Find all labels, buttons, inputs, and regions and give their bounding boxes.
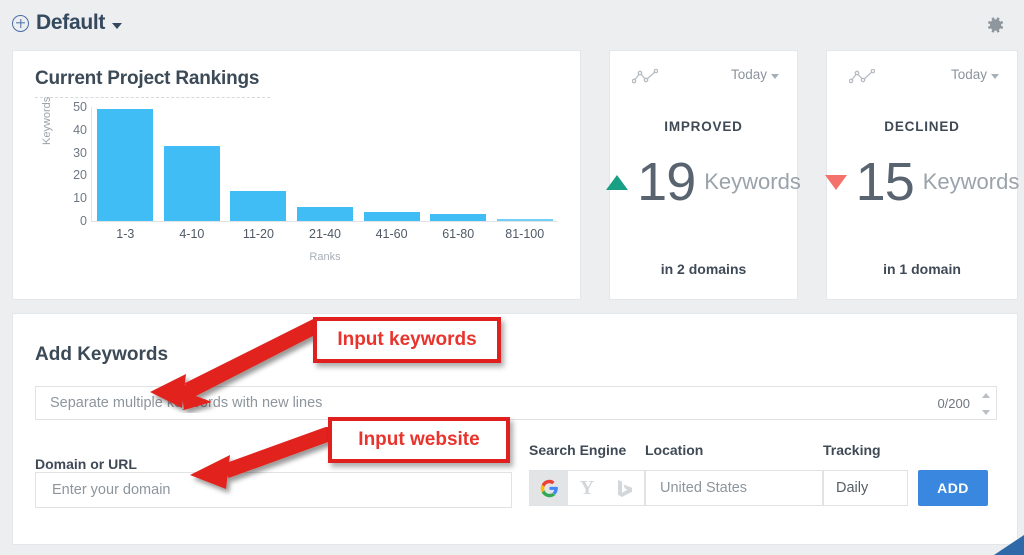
y-axis-label: Keywords bbox=[41, 96, 53, 145]
keywords-input[interactable]: Separate multiple keywords with new line… bbox=[35, 386, 997, 420]
y-tick-label: 10 bbox=[73, 191, 87, 206]
yahoo-icon[interactable]: Y bbox=[568, 471, 606, 505]
y-axis-ticks: 50 40 30 20 10 0 bbox=[61, 100, 87, 228]
declined-stat-card: Today DECLINED 15 Keywords in 1 domain bbox=[824, 50, 1020, 300]
x-axis-label: Ranks bbox=[309, 251, 341, 263]
add-keywords-title: Add Keywords bbox=[35, 344, 169, 365]
declined-count: 15 bbox=[855, 152, 915, 212]
x-tick-label: 11-20 bbox=[242, 227, 274, 241]
line-chart-icon bbox=[631, 68, 659, 85]
domain-placeholder: Enter your domain bbox=[52, 482, 171, 498]
project-name-label: Default bbox=[36, 11, 106, 34]
annotation-text: Input keywords bbox=[337, 329, 477, 350]
annotation-input-website: Input website bbox=[328, 417, 510, 463]
triangle-up-icon bbox=[606, 174, 629, 190]
bar-slot bbox=[425, 107, 492, 221]
search-engine-selector[interactable]: Y bbox=[529, 470, 645, 506]
y-tick-label: 30 bbox=[73, 145, 87, 160]
tracking-label: Tracking bbox=[823, 442, 881, 458]
domain-label: Domain or URL bbox=[35, 456, 137, 472]
improved-value-row: 19 Keywords bbox=[606, 152, 801, 212]
app-page: Default Current Project Rankings Keyword… bbox=[0, 0, 1024, 555]
period-selector-improved[interactable]: Today bbox=[731, 67, 779, 82]
resize-handle-icon[interactable] bbox=[981, 393, 991, 415]
tracking-select[interactable]: Daily bbox=[823, 470, 908, 506]
x-axis-ticks: 1-3 4-10 11-20 21-40 41-60 61-80 81-100 bbox=[92, 227, 558, 241]
search-engine-label: Search Engine bbox=[529, 442, 627, 458]
bar[interactable] bbox=[297, 207, 354, 221]
x-tick-label: 1-3 bbox=[116, 227, 135, 241]
bar[interactable] bbox=[430, 214, 487, 221]
bar-slot bbox=[358, 107, 425, 221]
x-tick-label: 21-40 bbox=[309, 227, 342, 241]
annotation-text: Input website bbox=[358, 429, 480, 450]
title-divider bbox=[35, 97, 270, 98]
add-button[interactable]: ADD bbox=[918, 470, 988, 506]
location-input[interactable]: United States bbox=[645, 470, 823, 506]
bar[interactable] bbox=[97, 109, 154, 221]
triangle-down-icon bbox=[824, 174, 847, 190]
google-icon[interactable] bbox=[530, 471, 568, 505]
keywords-placeholder: Separate multiple keywords with new line… bbox=[50, 395, 323, 411]
bar-series bbox=[92, 107, 558, 221]
y-tick-label: 20 bbox=[73, 168, 87, 183]
chevron-down-icon[interactable] bbox=[112, 22, 123, 29]
y-tick-label: 40 bbox=[73, 122, 87, 137]
corner-decoration bbox=[990, 535, 1024, 555]
bar-slot bbox=[159, 107, 226, 221]
plus-circle-icon[interactable] bbox=[12, 14, 29, 32]
period-selector-declined[interactable]: Today bbox=[951, 67, 999, 82]
chart-title: Current Project Rankings bbox=[35, 68, 260, 89]
domain-input[interactable]: Enter your domain bbox=[35, 472, 512, 508]
project-selector[interactable]: Default bbox=[12, 11, 123, 35]
bar[interactable] bbox=[496, 218, 553, 221]
x-axis-line bbox=[91, 221, 557, 222]
x-tick-label: 4-10 bbox=[179, 227, 205, 241]
bar-slot bbox=[292, 107, 359, 221]
chevron-down-icon[interactable] bbox=[991, 73, 999, 79]
y-tick-label: 0 bbox=[80, 214, 87, 228]
bar-slot bbox=[92, 107, 159, 221]
declined-unit: Keywords bbox=[922, 169, 1020, 194]
declined-value-row: 15 Keywords bbox=[824, 152, 1020, 212]
improved-footer: in 2 domains bbox=[660, 261, 747, 277]
rankings-chart-card: Current Project Rankings Keywords 50 40 30… bbox=[12, 50, 581, 300]
x-tick-label: 41-60 bbox=[375, 227, 408, 241]
annotation-input-keywords: Input keywords bbox=[313, 317, 501, 363]
x-tick-label: 81-100 bbox=[505, 227, 545, 241]
improved-count: 19 bbox=[637, 152, 696, 212]
bar[interactable] bbox=[363, 211, 420, 221]
bing-icon[interactable] bbox=[606, 471, 644, 505]
period-label: Today bbox=[730, 67, 767, 82]
x-tick-label: 61-80 bbox=[442, 227, 475, 241]
bar-slot bbox=[491, 107, 558, 221]
top-bar: Default bbox=[0, 0, 1024, 48]
y-tick-label: 50 bbox=[73, 100, 87, 114]
bar-slot bbox=[225, 107, 292, 221]
improved-stat-card: Today IMPROVED 19 Keywords in 2 domains bbox=[606, 50, 801, 300]
rankings-bar-chart: Keywords 50 40 30 20 10 0 1-3 4-10 11-20 21-40 41… bbox=[41, 97, 563, 282]
improved-heading: IMPROVED bbox=[664, 119, 743, 134]
location-label: Location bbox=[645, 442, 704, 458]
declined-footer: in 1 domain bbox=[883, 261, 961, 277]
declined-heading: DECLINED bbox=[884, 119, 960, 134]
bar[interactable] bbox=[230, 191, 287, 221]
improved-unit: Keywords bbox=[704, 169, 801, 194]
gear-icon[interactable] bbox=[984, 14, 1006, 36]
bar[interactable] bbox=[163, 145, 220, 221]
add-keywords-panel: Add Keywords Separate multiple keywords … bbox=[12, 313, 1018, 545]
line-chart-icon bbox=[848, 68, 876, 85]
chevron-down-icon[interactable] bbox=[771, 73, 779, 79]
period-label: Today bbox=[950, 67, 987, 82]
keywords-counter: 0/200 bbox=[937, 396, 970, 411]
